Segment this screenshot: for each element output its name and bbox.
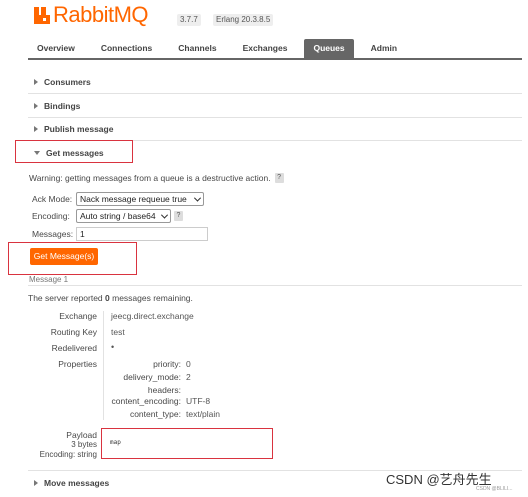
- help-icon[interactable]: ?: [274, 173, 284, 183]
- encoding-label: Encoding:: [32, 211, 70, 221]
- ack-mode-label: Ack Mode:: [32, 194, 73, 204]
- payload-encoding: Encoding: string: [39, 450, 97, 459]
- remaining-messages-text: The server reported 0 messages remaining…: [28, 293, 193, 303]
- ack-mode-select[interactable]: Nack message requeue true: [76, 192, 204, 206]
- chevron-down-icon: [193, 194, 202, 202]
- highlight-box: [15, 140, 133, 163]
- prop-priority-value: 0: [186, 359, 191, 369]
- prop-delivery-mode-value: 2: [186, 372, 191, 382]
- encoding-select[interactable]: Auto string / base64: [76, 209, 171, 223]
- expand-arrow-icon: [34, 79, 38, 85]
- prop-content-type-value: text/plain: [186, 409, 221, 419]
- tab-exchanges[interactable]: Exchanges: [234, 39, 297, 58]
- prop-headers-key: headers:: [147, 385, 181, 395]
- prop-content-encoding-key: content_encoding:: [111, 396, 181, 406]
- rabbitmq-logo[interactable]: RabbitMQ: [34, 2, 149, 27]
- divider: [28, 93, 522, 94]
- version-badge: 3.7.7: [177, 14, 201, 26]
- tab-queues[interactable]: Queues: [304, 39, 354, 58]
- divider: [28, 117, 522, 118]
- message-title: Message 1: [29, 275, 69, 284]
- messages-count-input[interactable]: 1: [76, 227, 208, 241]
- rabbitmq-logo-icon: [34, 6, 50, 24]
- prop-content-type-key: content_type:: [129, 409, 181, 419]
- chevron-down-icon: [160, 211, 169, 219]
- prop-priority-key: priority:: [153, 359, 181, 369]
- prop-content-encoding-value: UTF-8: [186, 396, 211, 406]
- tab-overview[interactable]: Overview: [28, 39, 84, 58]
- divider: [28, 285, 522, 286]
- section-consumers[interactable]: Consumers: [34, 75, 91, 89]
- section-bindings[interactable]: Bindings: [34, 99, 80, 113]
- tab-admin[interactable]: Admin: [362, 39, 406, 58]
- section-move-messages[interactable]: Move messages: [34, 476, 109, 490]
- expand-arrow-icon: [34, 103, 38, 109]
- expand-arrow-icon: [34, 126, 38, 132]
- payload-bytes: 3 bytes: [71, 440, 97, 449]
- exchange-key: Exchange: [59, 311, 97, 321]
- expand-arrow-icon: [34, 480, 38, 486]
- payload-key: Payload: [66, 430, 97, 440]
- prop-delivery-mode-key: delivery_mode:: [123, 372, 181, 382]
- highlight-box: [8, 242, 137, 275]
- erlang-version-badge: Erlang 20.3.8.5: [213, 14, 274, 26]
- help-icon[interactable]: ?: [174, 211, 183, 221]
- messages-label: Messages:: [32, 229, 74, 239]
- routing-key-value: test: [111, 327, 125, 337]
- destructive-warning: Warning: getting messages from a queue i…: [29, 172, 284, 184]
- redelivered-value: •: [111, 342, 115, 352]
- exchange-value: jeecg.direct.exchange: [111, 311, 194, 321]
- redelivered-key: Redelivered: [51, 343, 97, 353]
- properties-key: Properties: [58, 359, 97, 369]
- routing-key-key: Routing Key: [50, 327, 97, 337]
- tab-channels[interactable]: Channels: [169, 39, 225, 58]
- tab-underline: [28, 58, 522, 60]
- highlight-box: [101, 428, 273, 459]
- section-publish-message[interactable]: Publish message: [34, 122, 113, 136]
- tab-connections[interactable]: Connections: [92, 39, 161, 58]
- main-tabs: Overview Connections Channels Exchanges …: [28, 39, 414, 58]
- properties-divider: [103, 311, 104, 420]
- watermark-small: CSDN @BLILI...: [476, 486, 513, 492]
- logo-text: RabbitMQ: [53, 2, 149, 27]
